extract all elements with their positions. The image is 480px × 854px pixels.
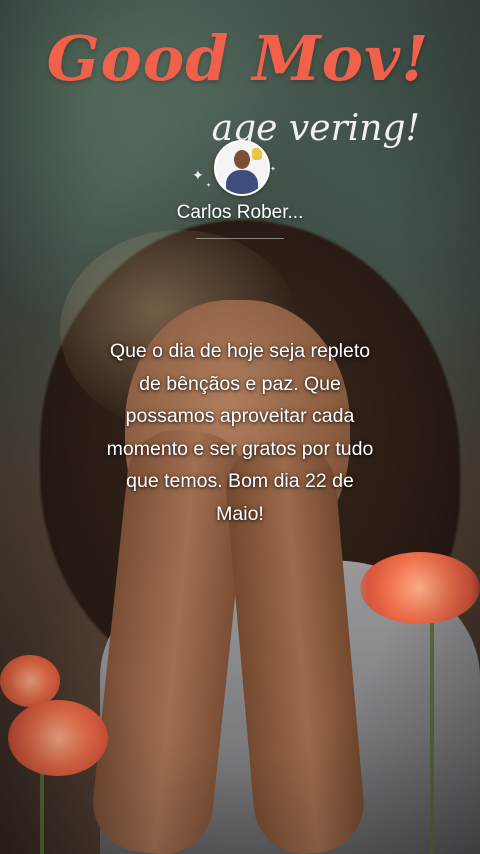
sparkle-icon: ✦	[192, 168, 204, 184]
message-container: Que o dia de hoje seja repleto de bênção…	[100, 335, 380, 535]
flower-stem	[430, 600, 434, 854]
avatar-body	[226, 170, 258, 194]
greeting-subtitle: age vering!	[211, 108, 420, 149]
greeting-title: Good Mov!	[46, 22, 430, 95]
story-screen: Good Mov! age vering! ✦ ✦ ✦ Carlos Rober…	[0, 0, 480, 854]
flower-left-top	[0, 655, 60, 707]
avatar-head	[234, 150, 250, 169]
author-name[interactable]: Carlos Rober...	[0, 202, 480, 224]
author-divider	[196, 238, 284, 239]
sparkle-icon: ✦	[206, 182, 212, 189]
flower-left-bottom	[8, 700, 108, 776]
sparkle-icon: ✦	[270, 165, 276, 173]
flower-right	[360, 552, 480, 624]
avatar-badge-icon	[252, 148, 262, 160]
message-text: Que o dia de hoje seja repleto de bênção…	[106, 340, 374, 525]
author-avatar[interactable]	[214, 140, 270, 196]
